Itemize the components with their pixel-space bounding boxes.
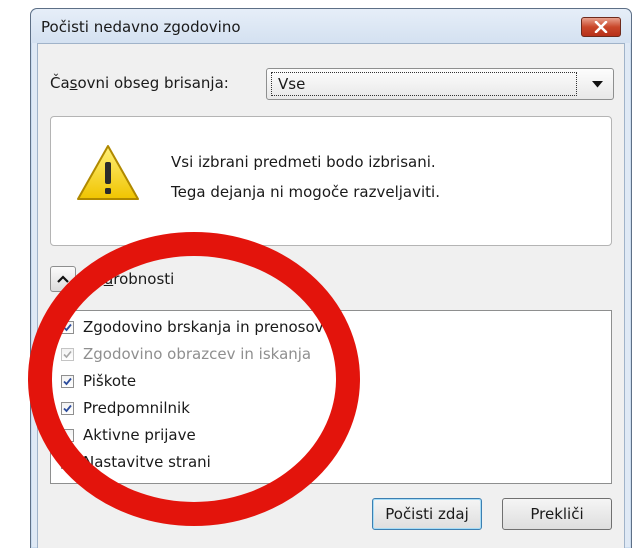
- title-bar[interactable]: Počisti nedavno zgodovino: [31, 9, 631, 43]
- checkbox[interactable]: [61, 455, 74, 469]
- item-site-preferences[interactable]: Nastavitve strani: [61, 450, 211, 474]
- cancel-button[interactable]: Prekliči: [502, 498, 612, 530]
- checkbox: [61, 347, 74, 361]
- item-cookies[interactable]: Piškote: [61, 369, 136, 393]
- warning-icon: [77, 145, 139, 200]
- details-toggle-button[interactable]: [50, 266, 76, 292]
- item-form-search-history: Zgodovino obrazcev in iskanja: [61, 342, 311, 366]
- checkmark-icon: [63, 404, 72, 412]
- clear-now-label: Počisti zdaj: [385, 505, 469, 523]
- dialog-body: Časovni obseg brisanja: Vse Vsi izbrani …: [37, 43, 625, 548]
- details-label: Podrobnosti: [86, 270, 175, 288]
- checkbox[interactable]: [61, 401, 74, 415]
- time-range-select[interactable]: Vse: [266, 68, 614, 100]
- warning-text-line-2: Tega dejanja ni mogoče razveljaviti.: [171, 183, 440, 201]
- warning-panel: Vsi izbrani predmeti bodo izbrisani. Teg…: [50, 116, 612, 246]
- checkmark-icon: [63, 377, 72, 385]
- dropdown-arrow-icon: [592, 81, 603, 88]
- warning-text-line-1: Vsi izbrani predmeti bodo izbrisani.: [171, 153, 436, 171]
- checkmark-icon: [63, 350, 72, 358]
- item-label: Predpomnilnik: [83, 399, 190, 417]
- item-active-logins[interactable]: Aktivne prijave: [61, 423, 196, 447]
- chevron-up-icon: [57, 275, 69, 283]
- item-label: Nastavitve strani: [83, 453, 211, 471]
- close-icon: [594, 21, 608, 33]
- time-range-label: Časovni obseg brisanja:: [50, 74, 229, 92]
- time-range-value: Vse: [271, 72, 577, 96]
- clear-now-button[interactable]: Počisti zdaj: [372, 498, 482, 530]
- checkmark-icon: [63, 323, 72, 331]
- item-label: Aktivne prijave: [83, 426, 196, 444]
- item-label: Zgodovino obrazcev in iskanja: [83, 345, 312, 363]
- clear-history-dialog: Počisti nedavno zgodovino Časovni obseg …: [30, 8, 632, 548]
- dialog-title: Počisti nedavno zgodovino: [41, 18, 241, 36]
- checkbox[interactable]: [61, 374, 74, 388]
- cancel-label: Prekliči: [530, 505, 584, 523]
- item-label: Zgodovino brskanja in prenosov: [83, 318, 324, 336]
- clear-items-list: Zgodovino brskanja in prenosov Zgodovino…: [50, 310, 612, 484]
- close-button[interactable]: [581, 17, 621, 37]
- item-cache[interactable]: Predpomnilnik: [61, 396, 190, 420]
- item-browsing-history[interactable]: Zgodovino brskanja in prenosov: [61, 315, 324, 339]
- item-label: Piškote: [83, 372, 137, 390]
- checkbox[interactable]: [61, 320, 74, 334]
- checkbox[interactable]: [61, 428, 74, 442]
